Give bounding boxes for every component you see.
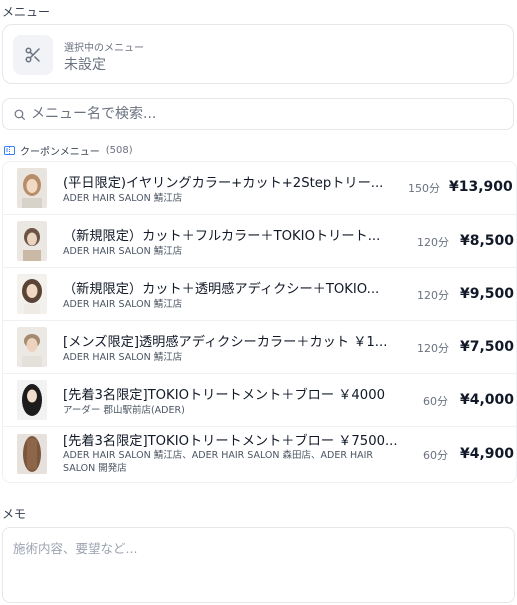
menu-item[interactable]: [先着3名限定]TOKIOトリートメント＋ブロー ￥7500... ADER H… bbox=[3, 426, 516, 482]
memo-input[interactable] bbox=[13, 538, 503, 594]
menu-item-title: [メンズ限定]透明感アディクシーカラー＋カット ￥1... bbox=[63, 335, 388, 350]
menu-item-salon: ADER HAIR SALON 鯖江店 bbox=[63, 352, 183, 363]
menu-item-duration: 150分 bbox=[408, 182, 440, 195]
menu-item-price: ¥4,900 bbox=[460, 446, 515, 462]
menu-item[interactable]: （新規限定）カット＋透明感アディクシー＋TOKIO... ADER HAIR S… bbox=[3, 267, 516, 320]
search-input[interactable] bbox=[31, 103, 501, 125]
menu-item-thumbnail bbox=[17, 274, 47, 314]
selected-menu-value: 未設定 bbox=[64, 57, 106, 73]
menu-item-thumbnail bbox=[17, 434, 47, 474]
menu-item-price: ¥13,900 bbox=[449, 179, 513, 195]
selected-menu-card[interactable]: 選択中のメニュー 未設定 bbox=[2, 24, 514, 84]
menu-item-duration: 60分 bbox=[423, 395, 448, 408]
coupon-icon bbox=[4, 146, 15, 155]
coupon-menu-list: (平日限定)イヤリングカラー+カット+2Stepトリー... ADER HAIR… bbox=[2, 161, 517, 483]
search-box[interactable] bbox=[2, 98, 514, 130]
menu-item-price: ¥4,000 bbox=[460, 392, 515, 408]
menu-item-price: ¥8,500 bbox=[460, 233, 515, 249]
coupon-menu-header: クーポンメニュー (508) bbox=[4, 143, 133, 158]
memo-section-label: メモ bbox=[2, 507, 27, 521]
search-icon bbox=[14, 109, 25, 120]
menu-item-thumbnail bbox=[17, 380, 47, 420]
coupon-menu-label: クーポンメニュー bbox=[20, 147, 100, 158]
scissors-icon bbox=[13, 35, 53, 75]
menu-item-salon: ADER HAIR SALON 鯖江店 bbox=[63, 299, 183, 310]
menu-item-thumbnail bbox=[17, 221, 47, 261]
menu-item-price: ¥9,500 bbox=[460, 286, 515, 302]
menu-item-title: (平日限定)イヤリングカラー+カット+2Stepトリー... bbox=[63, 176, 384, 191]
coupon-menu-count: (508) bbox=[105, 145, 133, 156]
menu-item-salon: アーダー 郡山駅前店(ADER) bbox=[63, 405, 185, 416]
menu-item-salon: ADER HAIR SALON 鯖江店 bbox=[63, 246, 183, 257]
selected-menu-caption: 選択中のメニュー bbox=[64, 43, 144, 54]
memo-box[interactable] bbox=[2, 527, 515, 603]
menu-item-title: [先着3名限定]TOKIOトリートメント＋ブロー ￥7500... bbox=[63, 434, 398, 449]
menu-item[interactable]: (平日限定)イヤリングカラー+カット+2Stepトリー... ADER HAIR… bbox=[3, 162, 516, 214]
menu-item-title: [先着3名限定]TOKIOトリートメント＋ブロー ￥4000 bbox=[63, 388, 385, 403]
menu-item-title: （新規限定）カット＋フルカラー＋TOKIOトリート... bbox=[63, 229, 381, 244]
menu-item[interactable]: [メンズ限定]透明感アディクシーカラー＋カット ￥1... ADER HAIR … bbox=[3, 320, 516, 373]
menu-item-thumbnail bbox=[17, 168, 47, 208]
menu-item-price: ¥7,500 bbox=[460, 339, 515, 355]
menu-section-label: メニュー bbox=[2, 5, 51, 19]
menu-item-duration: 60分 bbox=[423, 449, 448, 462]
menu-item[interactable]: [先着3名限定]TOKIOトリートメント＋ブロー ￥4000 アーダー 郡山駅前… bbox=[3, 373, 516, 426]
menu-item-duration: 120分 bbox=[417, 289, 449, 302]
menu-item-duration: 120分 bbox=[417, 236, 449, 249]
menu-item-salon: ADER HAIR SALON 鯖江店 bbox=[63, 193, 183, 204]
menu-item[interactable]: （新規限定）カット＋フルカラー＋TOKIOトリート... ADER HAIR S… bbox=[3, 214, 516, 267]
menu-item-thumbnail bbox=[17, 327, 47, 367]
menu-item-duration: 120分 bbox=[417, 342, 449, 355]
menu-item-title: （新規限定）カット＋透明感アディクシー＋TOKIO... bbox=[63, 282, 380, 297]
menu-item-salon: ADER HAIR SALON 鯖江店、ADER HAIR SALON 森田店、… bbox=[63, 450, 374, 474]
